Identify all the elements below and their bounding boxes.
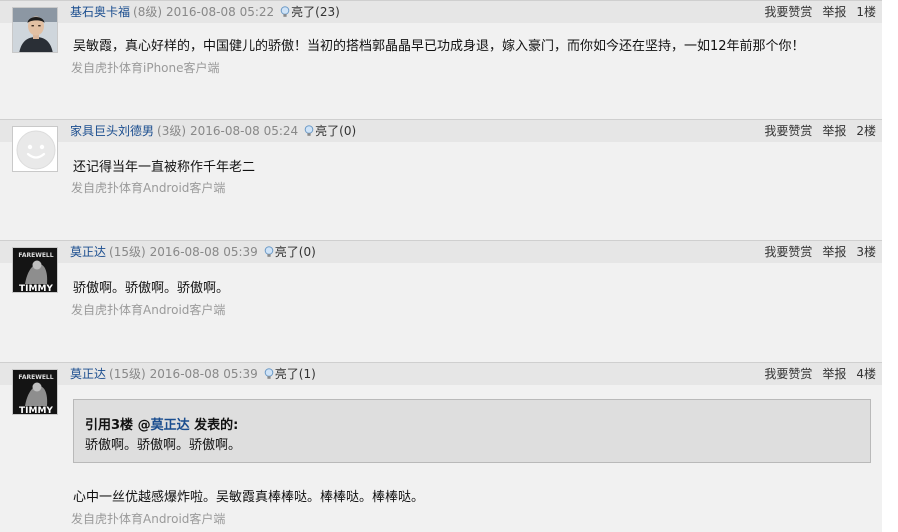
- avatar[interactable]: FAREWELL TIMMY: [12, 369, 58, 415]
- quote-prefix: 引用3楼 @: [85, 418, 151, 433]
- user-level: (15级): [109, 245, 146, 259]
- report-link[interactable]: 举报: [822, 245, 846, 259]
- light-count: 亮了(0): [274, 245, 316, 259]
- client-source: 发自虎扑体育iPhone客户端: [71, 61, 220, 75]
- report-link[interactable]: 举报: [822, 367, 846, 381]
- post-time: 2016-08-08 05:22: [166, 5, 275, 19]
- client-source: 发自虎扑体育Android客户端: [71, 512, 226, 526]
- light-count: 亮了(1): [274, 367, 316, 381]
- floor-number[interactable]: 2楼: [856, 124, 876, 138]
- author-link[interactable]: 莫正达: [70, 367, 106, 381]
- avatar[interactable]: [12, 7, 58, 53]
- post-time: 2016-08-08 05:39: [149, 367, 258, 381]
- reply-content: 吴敏霞，真心好样的，中国健儿的骄傲！当初的搭档郭晶晶早已功成身退，嫁入豪门，而你…: [73, 39, 805, 54]
- reward-link[interactable]: 我要赞赏: [764, 5, 812, 19]
- reward-link[interactable]: 我要赞赏: [764, 367, 812, 381]
- post-time: 2016-08-08 05:39: [149, 245, 258, 259]
- reply-meta: 莫正达 (15级) 2016-08-08 05:39 亮了(1): [70, 367, 316, 381]
- reply-post: 基石奥卡福 (8级) 2016-08-08 05:22 亮了(23) 我要赞赏 举报 1楼…: [0, 0, 882, 113]
- reply-content: 还记得当年一直被称作千年老二: [73, 160, 256, 175]
- reward-link[interactable]: 我要赞赏: [764, 124, 812, 138]
- reply-meta: 家具巨头刘德男 (3级) 2016-08-08 05:24 亮了(0): [70, 124, 356, 138]
- reply-content: 心中一丝优越感爆炸啦。吴敏霞真棒棒哒。棒棒哒。棒棒哒。: [73, 490, 425, 505]
- reply-meta: 基石奥卡福 (8级) 2016-08-08 05:22 亮了(23): [70, 5, 340, 19]
- reply-actions: 我要赞赏 举报 1楼: [754, 5, 876, 19]
- reply-meta: 莫正达 (15级) 2016-08-08 05:39 亮了(0): [70, 245, 316, 259]
- light-button[interactable]: 亮了(1): [264, 367, 316, 381]
- lightbulb-icon: [264, 246, 274, 257]
- user-photo-icon: [13, 8, 57, 52]
- quote-suffix: 发表的:: [189, 418, 239, 433]
- floor-number[interactable]: 3楼: [856, 245, 876, 259]
- floor-number[interactable]: 4楼: [856, 367, 876, 381]
- svg-text:FAREWELL: FAREWELL: [18, 374, 53, 381]
- reward-link[interactable]: 我要赞赏: [764, 245, 812, 259]
- farewell-timmy-avatar-icon: FAREWELL TIMMY: [13, 248, 57, 293]
- author-link[interactable]: 家具巨头刘德男: [70, 124, 154, 138]
- user-level: (3级): [157, 124, 187, 138]
- light-count: 亮了(0): [315, 124, 357, 138]
- quote-box: 引用3楼 @莫正达 发表的: 骄傲啊。骄傲啊。骄傲啊。: [73, 399, 871, 463]
- light-button[interactable]: 亮了(0): [304, 124, 356, 138]
- author-link[interactable]: 莫正达: [70, 245, 106, 259]
- post-time: 2016-08-08 05:24: [190, 124, 299, 138]
- default-avatar-icon: [13, 127, 57, 171]
- svg-text:TIMMY: TIMMY: [19, 406, 53, 415]
- user-level: (8级): [133, 5, 163, 19]
- quote-author-link[interactable]: 莫正达: [151, 418, 190, 433]
- reply-thread: 基石奥卡福 (8级) 2016-08-08 05:22 亮了(23) 我要赞赏 举报 1楼…: [0, 0, 882, 532]
- lightbulb-icon: [264, 368, 274, 379]
- floor-number[interactable]: 1楼: [856, 5, 876, 19]
- reply-post: FAREWELL TIMMY 莫正达 (15级) 2016-08-08 05:39 亮…: [0, 362, 882, 532]
- reply-actions: 我要赞赏 举报 3楼: [754, 245, 876, 259]
- reply-actions: 我要赞赏 举报 2楼: [754, 124, 876, 138]
- quote-body: 骄傲啊。骄傲啊。骄傲啊。: [85, 438, 242, 453]
- reply-post: FAREWELL TIMMY 莫正达 (15级) 2016-08-08 05:39 亮…: [0, 240, 882, 353]
- reply-content: 骄傲啊。骄傲啊。骄傲啊。: [73, 281, 230, 296]
- client-source: 发自虎扑体育Android客户端: [71, 303, 226, 317]
- author-link[interactable]: 基石奥卡福: [70, 5, 130, 19]
- light-button[interactable]: 亮了(23): [280, 5, 340, 19]
- lightbulb-icon: [280, 6, 290, 17]
- svg-text:FAREWELL: FAREWELL: [18, 252, 53, 259]
- farewell-timmy-avatar-icon: FAREWELL TIMMY: [13, 370, 57, 415]
- page-scrollbar-track[interactable]: [882, 0, 898, 531]
- avatar[interactable]: [12, 126, 58, 172]
- client-source: 发自虎扑体育Android客户端: [71, 181, 226, 195]
- avatar[interactable]: FAREWELL TIMMY: [12, 247, 58, 293]
- reply-post: 家具巨头刘德男 (3级) 2016-08-08 05:24 亮了(0) 我要赞赏 举报 2…: [0, 119, 882, 232]
- report-link[interactable]: 举报: [822, 5, 846, 19]
- lightbulb-icon: [304, 125, 314, 136]
- svg-text:TIMMY: TIMMY: [19, 284, 53, 293]
- light-button[interactable]: 亮了(0): [264, 245, 316, 259]
- report-link[interactable]: 举报: [822, 124, 846, 138]
- light-count: 亮了(23): [291, 5, 340, 19]
- reply-actions: 我要赞赏 举报 4楼: [754, 367, 876, 381]
- user-level: (15级): [109, 367, 146, 381]
- quote-header: 引用3楼 @莫正达 发表的:: [85, 414, 238, 433]
